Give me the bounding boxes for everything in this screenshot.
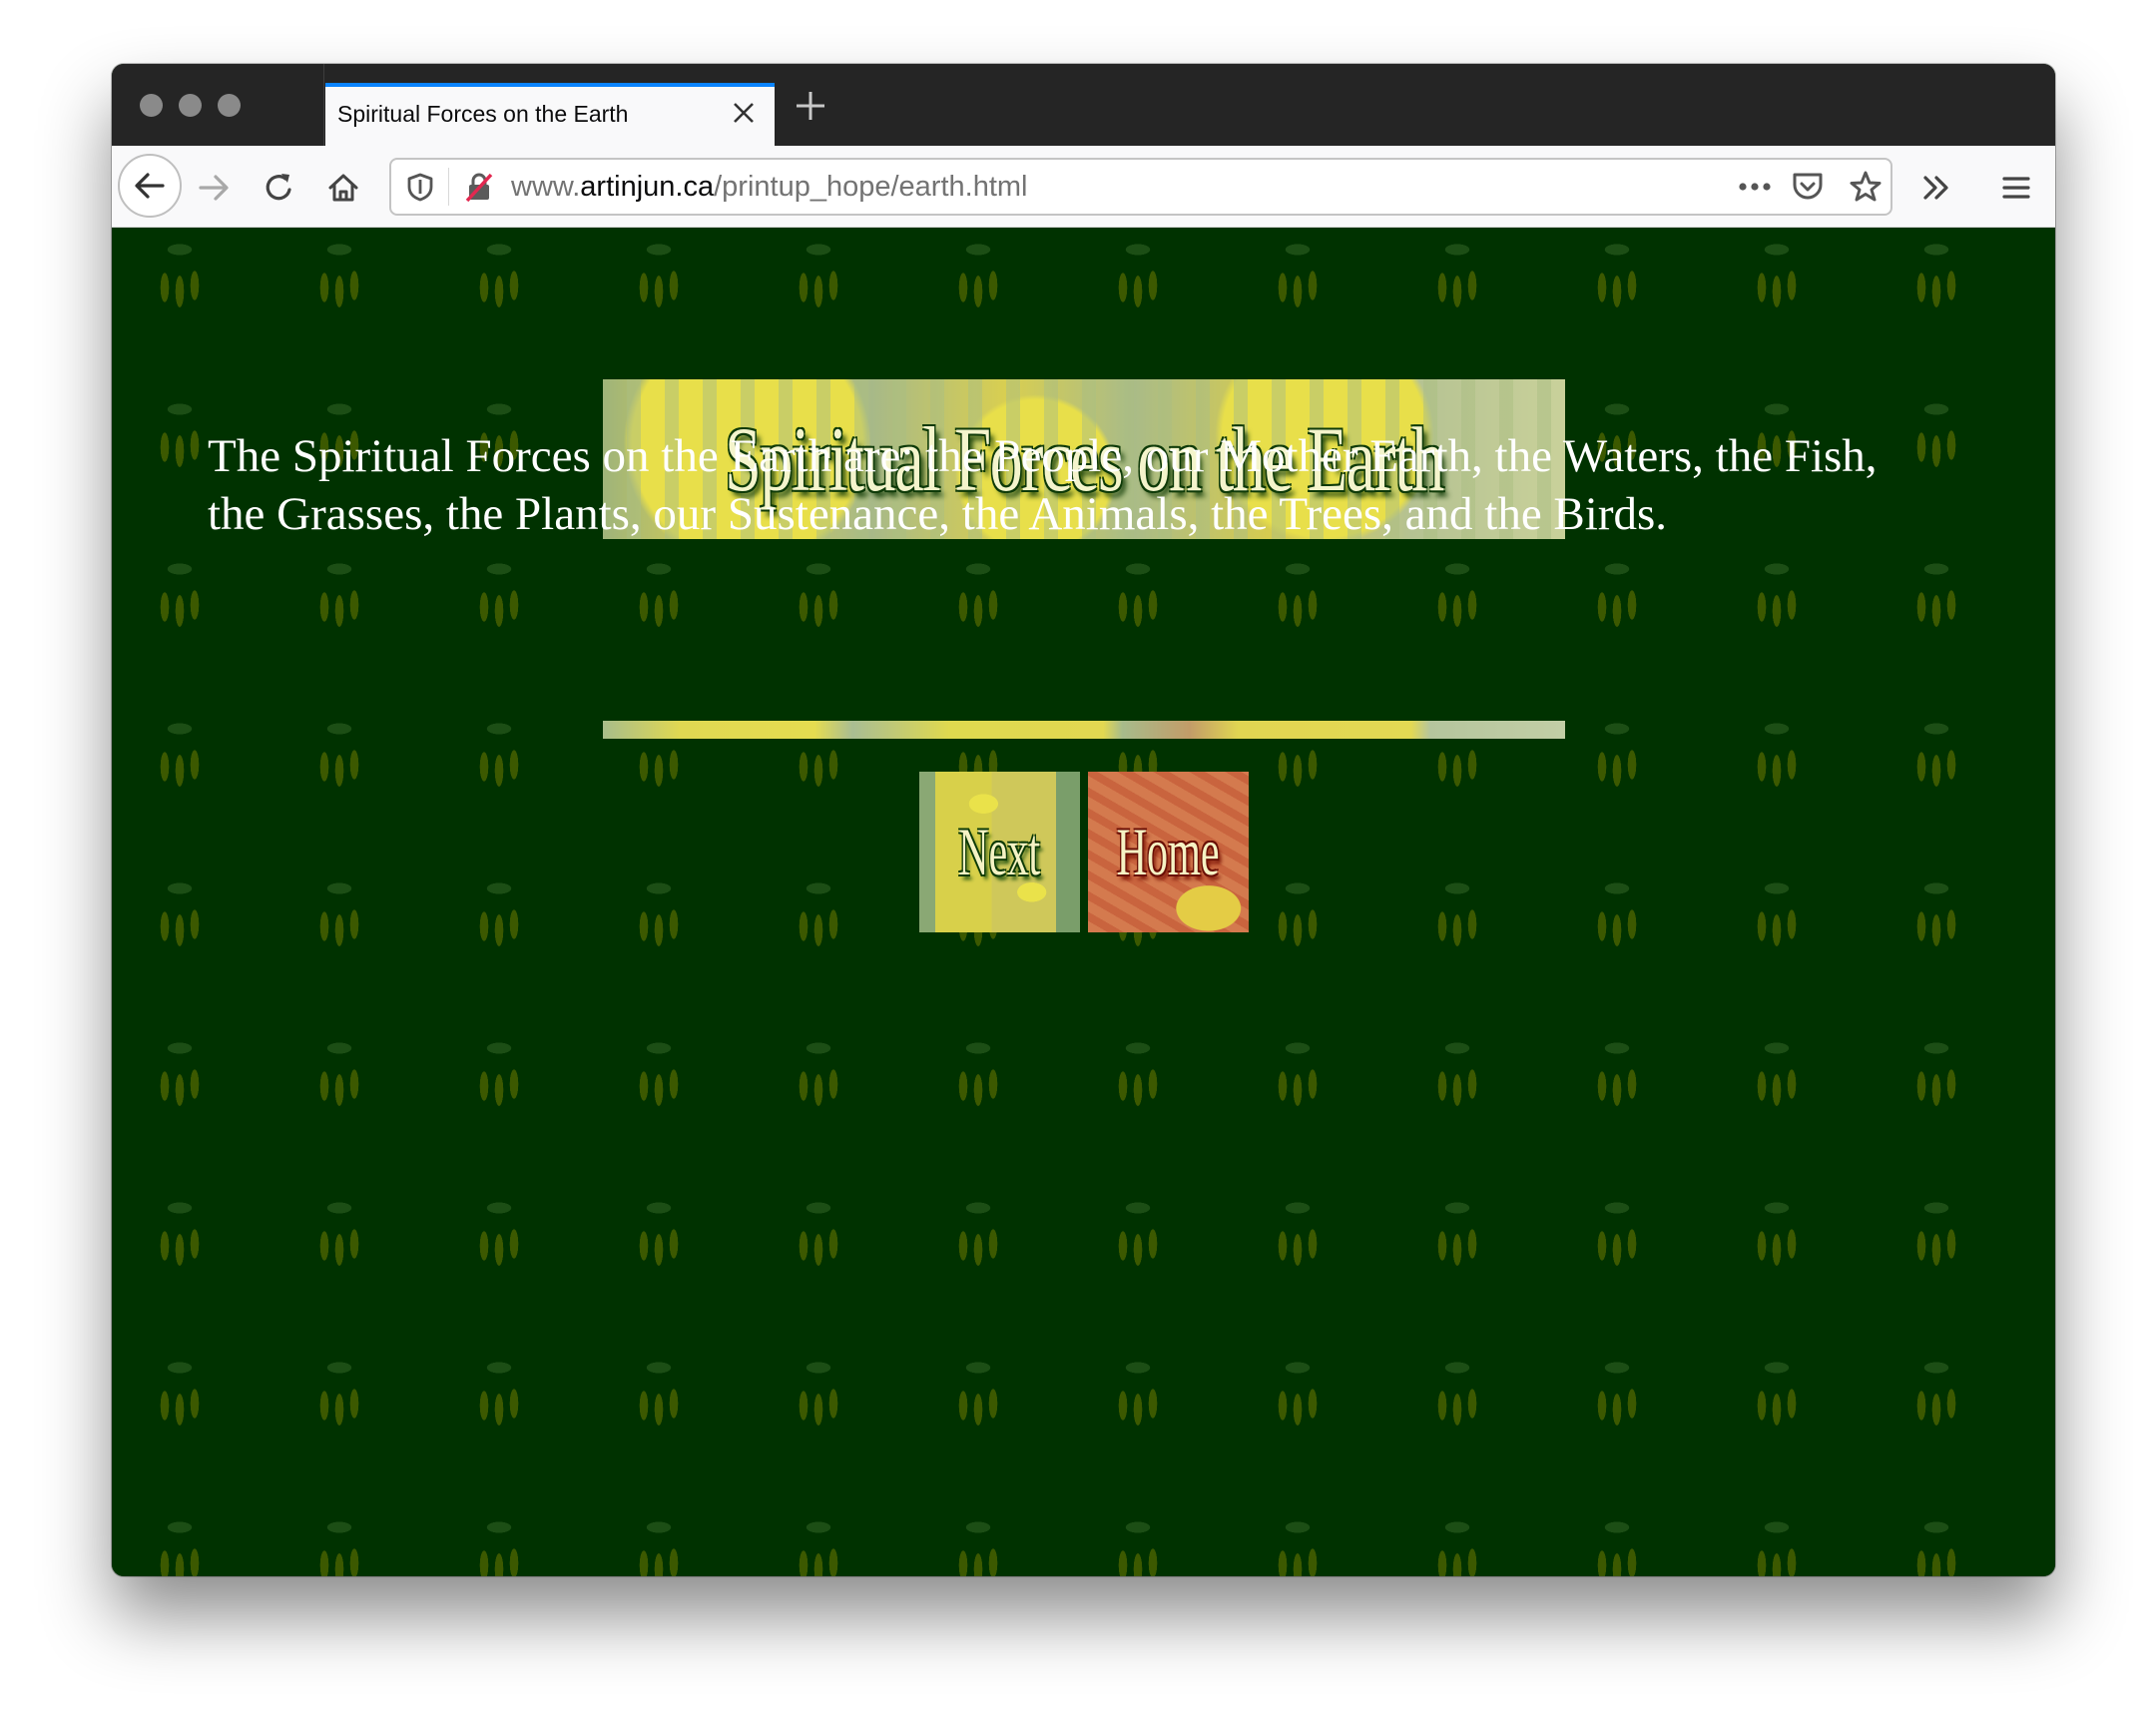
arrow-left-icon: [135, 173, 165, 199]
page-actions-button[interactable]: [1735, 168, 1775, 206]
menu-button[interactable]: [1996, 168, 2036, 208]
more-dots-icon: [1739, 183, 1771, 191]
new-tab-button[interactable]: [795, 90, 826, 122]
url-prefix: www.: [511, 171, 581, 203]
shield-icon: [407, 173, 433, 202]
browser-window: Spiritual Forces on the Earth www.artinj…: [112, 64, 2055, 1576]
forward-button[interactable]: [194, 168, 234, 208]
hamburger-menu-icon: [2002, 177, 2030, 199]
url-bar[interactable]: www.artinjun.ca/printup_hope/earth.html: [389, 158, 1892, 216]
close-window-button[interactable]: [140, 94, 163, 117]
tab-strip: Spiritual Forces on the Earth: [112, 64, 2055, 146]
pocket-button[interactable]: [1787, 168, 1829, 206]
star-icon: [1850, 171, 1882, 202]
tracking-protection-button[interactable]: [401, 168, 439, 206]
home-button[interactable]: [323, 168, 363, 208]
home-icon: [328, 174, 358, 202]
url-separator: [448, 168, 449, 206]
bookmark-button[interactable]: [1845, 168, 1886, 206]
chevron-double-right-icon: [1923, 176, 1948, 200]
tab-separator: [323, 64, 324, 146]
back-button[interactable]: [118, 154, 182, 218]
navigation-toolbar: www.artinjun.ca/printup_hope/earth.html: [112, 146, 2055, 228]
tab-title: Spiritual Forces on the Earth: [337, 101, 629, 127]
next-button[interactable]: Next: [919, 772, 1080, 932]
overflow-button[interactable]: [1916, 168, 1956, 208]
close-icon[interactable]: [731, 95, 757, 129]
tab-active[interactable]: Spiritual Forces on the Earth: [325, 83, 775, 146]
url-domain: artinjun.ca: [580, 171, 715, 203]
site-info-button[interactable]: [459, 168, 499, 206]
url-path: /printup_hope/earth.html: [714, 171, 1028, 203]
beaded-divider-image: [603, 721, 1565, 739]
home-label: Home: [1116, 814, 1221, 889]
nav-buttons: Next Home: [919, 772, 1249, 932]
home-link-button[interactable]: Home: [1088, 772, 1249, 932]
arrow-right-icon: [199, 175, 229, 201]
url-text[interactable]: www.artinjun.ca/printup_hope/earth.html: [511, 171, 1027, 204]
lock-strikethrough-icon: [465, 173, 493, 203]
reload-icon: [266, 174, 291, 201]
minimize-window-button[interactable]: [179, 94, 202, 117]
plus-icon: [797, 92, 824, 120]
maximize-window-button[interactable]: [218, 94, 241, 117]
pocket-icon: [1793, 173, 1823, 200]
window-controls: [140, 94, 241, 117]
page-content: Spiritual Forces on the Earth The Spirit…: [112, 228, 2055, 1576]
body-text: The Spiritual Forces on the Earth are: t…: [208, 430, 1878, 540]
reload-button[interactable]: [260, 168, 299, 208]
next-label: Next: [958, 814, 1041, 889]
